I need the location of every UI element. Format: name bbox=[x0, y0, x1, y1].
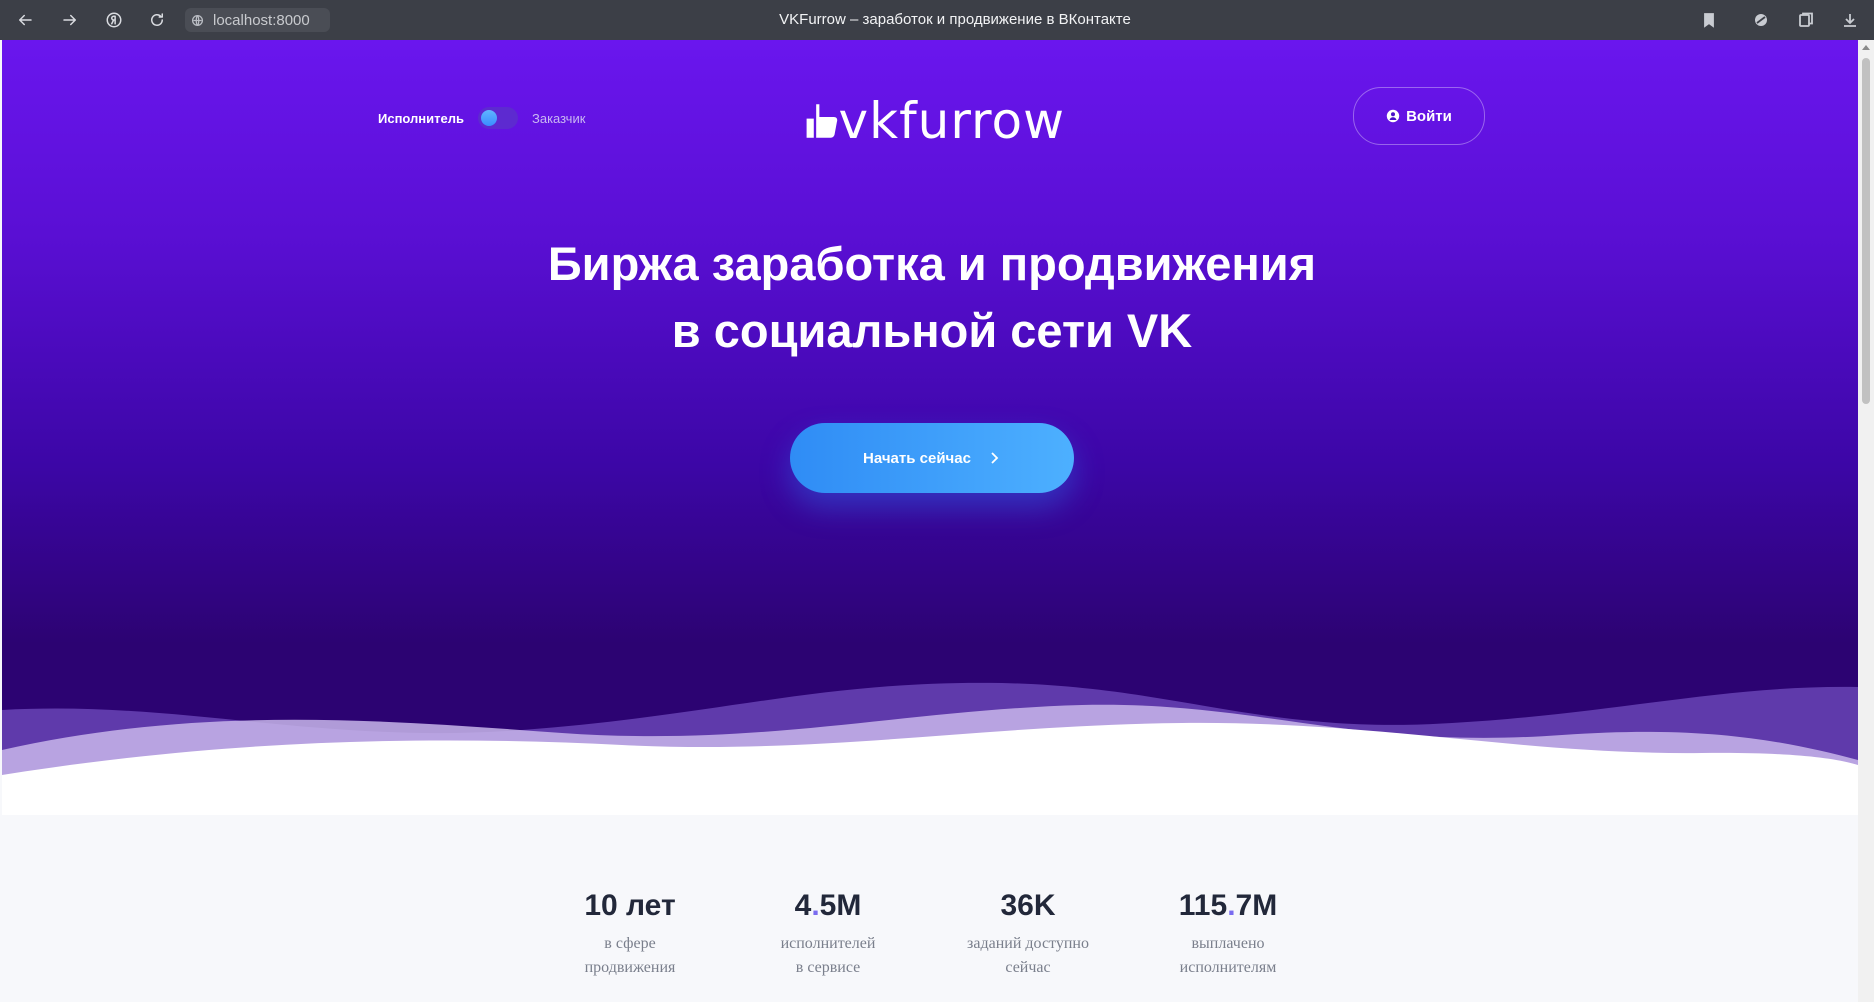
stat-item: 36K заданий доступно сейчас bbox=[938, 888, 1118, 980]
logo[interactable]: vkfurrow bbox=[805, 86, 1065, 146]
user-icon bbox=[1386, 109, 1400, 123]
tab-title: VKFurrow – заработок и продвижение в ВКо… bbox=[779, 11, 1131, 28]
hero-title-line-1: Биржа заработка и продвижения bbox=[547, 237, 1317, 290]
role-switch: Исполнитель Заказчик bbox=[378, 107, 585, 129]
hero-section: Исполнитель Заказчик vkfurrow Войти Бирж… bbox=[2, 40, 1858, 815]
toggle-knob bbox=[481, 110, 497, 126]
browser-toolbar: localhost:8000 VKFurrow – заработок и пр… bbox=[0, 0, 1874, 40]
download-icon[interactable] bbox=[1838, 8, 1862, 32]
role-performer-label[interactable]: Исполнитель bbox=[378, 111, 464, 126]
address-bar[interactable]: localhost:8000 bbox=[185, 8, 330, 32]
scrollbar-thumb[interactable] bbox=[1862, 58, 1870, 404]
stat-description: выплачено исполнителям bbox=[1179, 935, 1277, 976]
wave-decoration bbox=[2, 682, 1858, 815]
hero-title: Биржа заработка и продвижения в социальн… bbox=[432, 230, 1432, 364]
extension-icon[interactable] bbox=[1749, 8, 1773, 32]
start-now-button[interactable]: Начать сейчас bbox=[790, 423, 1074, 493]
address-url[interactable]: localhost:8000 bbox=[213, 12, 310, 29]
stat-description: в сфере продвижения bbox=[584, 935, 676, 976]
role-customer-label[interactable]: Заказчик bbox=[532, 111, 585, 126]
collections-icon[interactable] bbox=[1794, 8, 1818, 32]
reload-icon[interactable] bbox=[143, 6, 171, 34]
yandex-icon[interactable] bbox=[100, 6, 128, 34]
login-label: Войти bbox=[1406, 107, 1452, 125]
thumbs-up-icon bbox=[806, 104, 838, 138]
forward-icon[interactable] bbox=[56, 6, 84, 34]
page-scrollbar[interactable] bbox=[1858, 40, 1874, 1002]
role-toggle[interactable] bbox=[478, 107, 518, 129]
stat-value: 115.7M bbox=[1178, 889, 1278, 922]
hero-title-line-2: в социальной сети VK bbox=[671, 304, 1193, 357]
stat-value: 10 лет bbox=[584, 889, 676, 922]
back-icon[interactable] bbox=[11, 6, 39, 34]
stat-value: 4.5M bbox=[794, 889, 862, 922]
login-button[interactable]: Войти bbox=[1353, 87, 1485, 145]
start-now-label: Начать сейчас bbox=[863, 449, 971, 467]
scroll-up-arrow[interactable] bbox=[1862, 45, 1870, 50]
stat-value: 36K bbox=[1000, 889, 1056, 922]
bookmark-icon[interactable] bbox=[1697, 8, 1721, 32]
stats-section: 10 лет в сфере продвижения 4.5M исполните… bbox=[540, 888, 1340, 1002]
chevron-right-icon bbox=[991, 452, 999, 464]
stat-item: 4.5M исполнителей в сервисе bbox=[738, 888, 918, 980]
stat-description: исполнителей в сервисе bbox=[780, 935, 876, 976]
stat-item: 10 лет в сфере продвижения bbox=[540, 888, 720, 980]
stat-description: заданий доступно сейчас bbox=[967, 935, 1089, 976]
logo-text: vkfurrow bbox=[838, 92, 1065, 150]
site-info-icon[interactable] bbox=[185, 8, 209, 32]
stat-item: 115.7M выплачено исполнителям bbox=[1138, 888, 1318, 980]
